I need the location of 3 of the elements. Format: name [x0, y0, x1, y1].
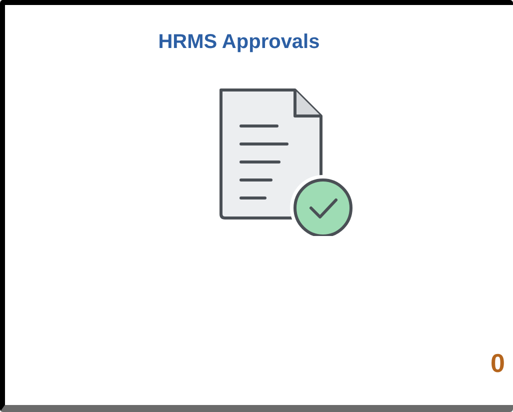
approvals-tile[interactable]: HRMS Approvals 0	[0, 0, 513, 412]
tile-title: HRMS Approvals	[158, 31, 321, 54]
approval-count: 0	[490, 348, 505, 379]
